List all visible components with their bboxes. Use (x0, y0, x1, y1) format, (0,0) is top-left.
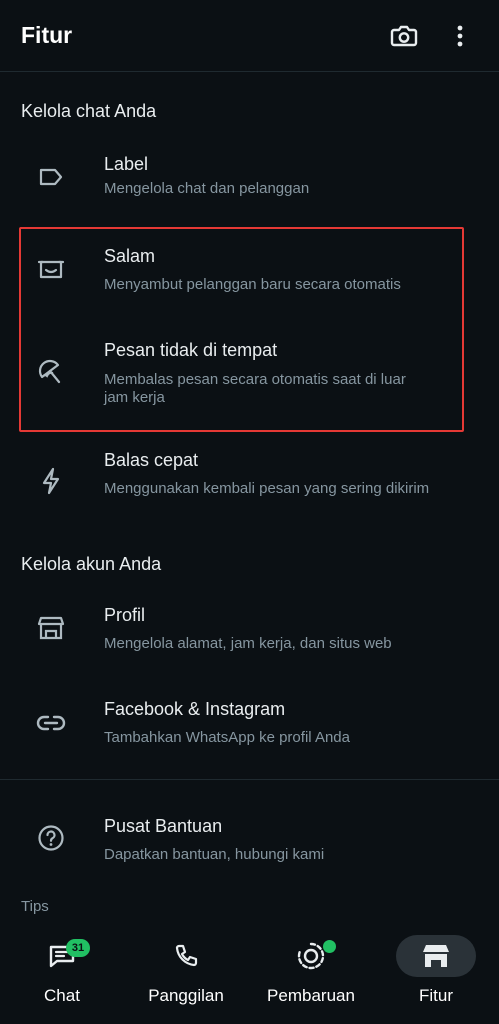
nav-tools-label: Fitur (419, 986, 453, 1005)
unread-badge: 31 (66, 939, 90, 957)
lightning-icon (36, 466, 66, 496)
storefront-filled-icon (423, 945, 449, 967)
item-title: Facebook & Instagram (104, 699, 286, 719)
top-bar: Fitur (0, 0, 499, 72)
item-subtitle: Mengelola chat dan pelanggan (104, 180, 310, 197)
nav-updates-label: Pembaruan (267, 986, 355, 1005)
nav-updates-icon-wrap (271, 935, 351, 977)
item-title: Balas cepat (104, 450, 199, 470)
storefront-icon (36, 613, 66, 643)
nav-chat[interactable]: 31 Chat (0, 932, 124, 1022)
item-help-center[interactable]: Pusat Bantuan Dapatkan bantuan, hubungi … (0, 806, 499, 886)
highlight-box (19, 227, 464, 432)
label-icon (36, 162, 66, 192)
item-title: Profil (104, 605, 146, 625)
divider (0, 779, 499, 780)
bottom-navigation: 31 Chat Panggilan Pembaruan Fitur (0, 920, 499, 1024)
item-quick-reply[interactable]: Balas cepat Menggunakan kembali pesan ya… (0, 440, 499, 535)
item-subtitle: Menggunakan kembali pesan yang sering di… (104, 480, 430, 497)
more-options-button[interactable] (442, 18, 478, 54)
section-title-account: Kelola akun Anda (21, 554, 162, 574)
status-icon (297, 942, 325, 970)
nav-tools[interactable]: Fitur (374, 932, 498, 1022)
item-profile[interactable]: Profil Mengelola alamat, jam kerja, dan … (0, 595, 499, 675)
item-subtitle: Mengelola alamat, jam kerja, dan situs w… (104, 635, 392, 652)
more-vertical-icon (457, 25, 463, 46)
item-subtitle: Dapatkan bantuan, hubungi kami (104, 846, 325, 863)
item-subtitle: Tambahkan WhatsApp ke profil Anda (104, 729, 350, 746)
nav-chat-icon-wrap: 31 (22, 935, 102, 977)
page-title: Fitur (21, 22, 73, 48)
link-icon (36, 708, 66, 738)
section-title-chat: Kelola chat Anda (21, 101, 157, 121)
camera-button[interactable] (386, 18, 422, 54)
item-facebook-instagram[interactable]: Facebook & Instagram Tambahkan WhatsApp … (0, 690, 499, 770)
tips-section-title: Tips (21, 898, 49, 915)
nav-calls-icon-wrap (146, 935, 226, 977)
item-title: Pusat Bantuan (104, 816, 223, 836)
phone-icon (175, 944, 198, 967)
updates-dot (323, 940, 336, 953)
nav-calls-label: Panggilan (148, 986, 224, 1005)
nav-tools-icon-wrap (396, 935, 476, 977)
camera-icon (390, 25, 418, 46)
item-title: Label (104, 154, 149, 174)
item-label[interactable]: Label Mengelola chat dan pelanggan (0, 140, 499, 220)
help-circle-icon (36, 823, 66, 853)
nav-updates[interactable]: Pembaruan (249, 932, 373, 1022)
nav-chat-label: Chat (44, 986, 80, 1005)
app-screen: Fitur Kelola chat Anda Label Mengelola c… (0, 0, 499, 1024)
nav-calls[interactable]: Panggilan (124, 932, 248, 1022)
